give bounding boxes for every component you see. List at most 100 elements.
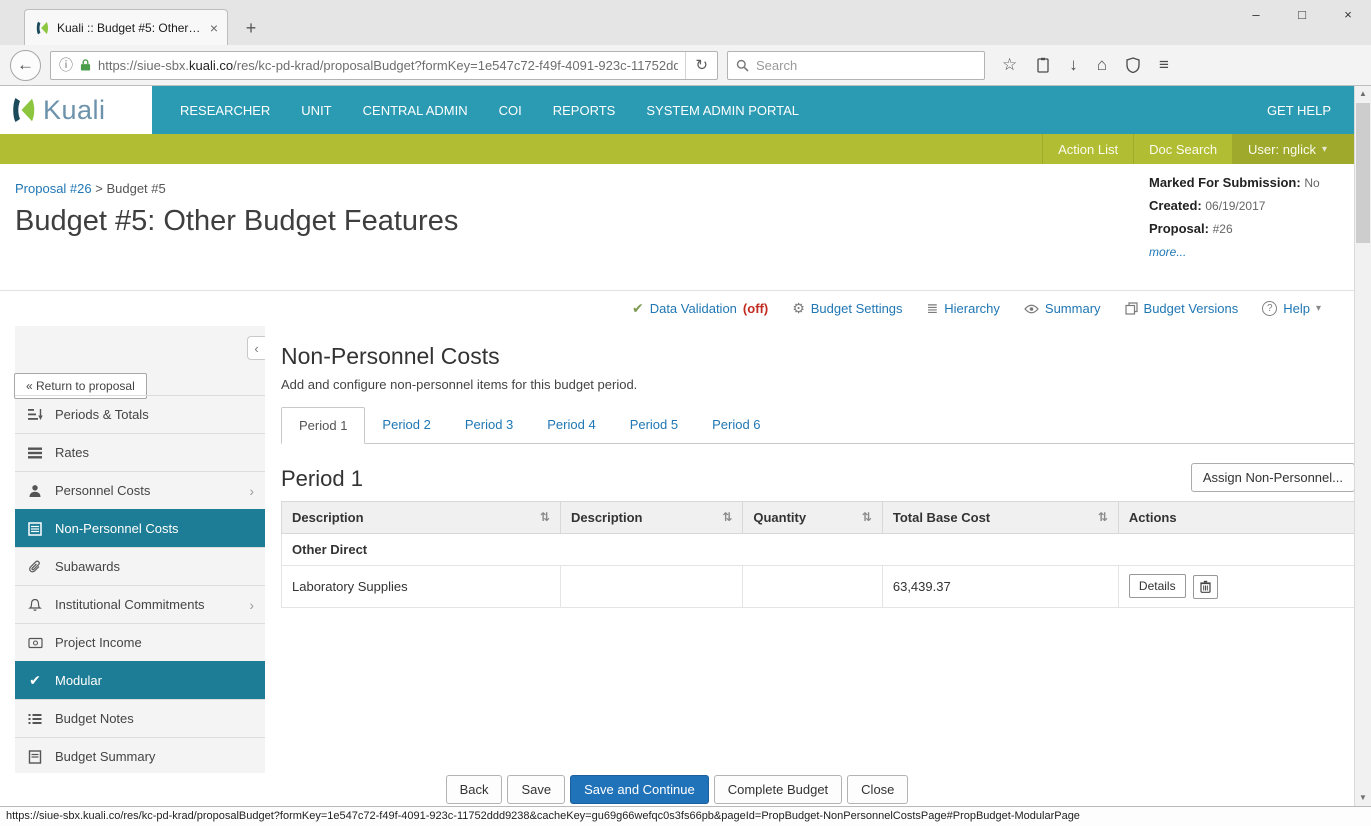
save-and-continue-button[interactable]: Save and Continue [570,775,709,804]
chevron-down-icon: ▾ [1322,144,1327,155]
nav-central-admin[interactable]: CENTRAL ADMIN [363,103,468,118]
column-header-description-2[interactable]: Description⇅ [560,502,742,534]
cell-actions: Details [1118,566,1354,608]
column-header-total-base-cost[interactable]: Total Base Cost⇅ [882,502,1118,534]
sort-icon[interactable]: ⇅ [540,510,550,524]
user-menu[interactable]: User: nglick ▾ [1232,134,1371,164]
breadcrumb-proposal-link[interactable]: Proposal #26 [15,181,92,196]
cell-description-2 [560,566,742,608]
browser-tab[interactable]: Kuali :: Budget #5: Other Bud × [24,9,228,45]
sort-icon[interactable]: ⇅ [862,510,872,524]
sidebar-item-personnel-costs[interactable]: Personnel Costs › [15,471,265,509]
tab-period-3[interactable]: Period 3 [448,407,530,444]
data-validation-button[interactable]: ✔ Data Validation (off) [632,300,768,317]
document-list-icon [26,522,44,536]
clipboard-icon[interactable] [1036,57,1050,73]
sidebar-item-modular[interactable]: ✔ Modular [15,661,265,699]
summary-button[interactable]: Summary [1024,301,1101,316]
hierarchy-button[interactable]: ≣ Hierarchy [927,300,1000,317]
nav-reports[interactable]: REPORTS [553,103,616,118]
search-bar[interactable] [727,51,985,80]
shield-icon[interactable] [1126,57,1140,73]
sidebar-item-subawards[interactable]: Subawards [15,547,265,585]
tab-close-icon[interactable]: × [210,20,218,36]
details-button[interactable]: Details [1129,574,1186,598]
table-header-row: Description⇅ Description⇅ Quantity⇅ Tota… [282,502,1355,534]
sidebar-item-project-income[interactable]: Project Income [15,623,265,661]
column-header-description[interactable]: Description⇅ [282,502,561,534]
browser-titlebar: Kuali :: Budget #5: Other Bud × + – □ × [0,0,1371,45]
maximize-button[interactable]: □ [1279,0,1325,29]
chevron-right-icon: › [249,483,254,499]
more-link[interactable]: more... [1149,245,1186,259]
get-help-link[interactable]: GET HELP [1267,103,1331,118]
save-button[interactable]: Save [507,775,565,804]
home-icon[interactable]: ⌂ [1097,55,1107,75]
versions-icon [1125,302,1138,315]
sort-icon[interactable]: ⇅ [1098,510,1108,524]
menu-icon[interactable]: ≡ [1159,55,1169,75]
info-icon[interactable]: ⓘ [59,55,73,75]
tab-title: Kuali :: Budget #5: Other Bud [57,21,203,35]
sidebar-item-non-personnel-costs[interactable]: Non-Personnel Costs [15,509,265,547]
delete-button[interactable] [1193,575,1218,599]
budget-versions-button[interactable]: Budget Versions [1125,301,1239,316]
budget-settings-button[interactable]: ⚙ Budget Settings [792,300,902,317]
url-text: https://siue-sbx.kuali.co/res/kc-pd-krad… [98,58,678,73]
person-icon [26,484,44,498]
banknote-icon [26,637,44,649]
new-tab-button[interactable]: + [236,14,266,42]
assign-non-personnel-button[interactable]: Assign Non-Personnel... [1191,463,1355,492]
downloads-icon[interactable]: ↓ [1069,55,1078,75]
back-action-button[interactable]: Back [446,775,503,804]
sidebar-item-periods-totals[interactable]: Periods & Totals [15,395,265,433]
scroll-up-icon[interactable]: ▲ [1355,86,1371,102]
nav-unit[interactable]: UNIT [301,103,331,118]
column-header-actions: Actions [1118,502,1354,534]
close-button[interactable]: Close [847,775,908,804]
complete-budget-button[interactable]: Complete Budget [714,775,842,804]
main-content: Non-Personnel Costs Add and configure no… [265,326,1371,773]
column-header-quantity[interactable]: Quantity⇅ [743,502,882,534]
period-title: Period 1 [281,466,363,492]
reload-button[interactable]: ↻ [685,52,717,79]
browser-navbar: ← ⓘ https://siue-sbx.kuali.co/res/kc-pd-… [0,45,1371,86]
kuali-logo[interactable]: Kuali [0,86,152,134]
url-bar[interactable]: ⓘ https://siue-sbx.kuali.co/res/kc-pd-kr… [50,51,718,80]
check-icon: ✔ [26,672,44,689]
bookmark-star-icon[interactable]: ☆ [1002,55,1017,75]
utility-bar: Action List Doc Search User: nglick ▾ [0,134,1371,164]
back-button[interactable]: ← [10,50,41,81]
budget-meta: Marked For Submission: No Created: 06/19… [1149,175,1339,267]
nav-system-admin-portal[interactable]: SYSTEM ADMIN PORTAL [646,103,799,118]
summary-document-icon [26,750,44,764]
meta-value: No [1304,176,1319,190]
sidebar-item-institutional-commitments[interactable]: Institutional Commitments › [15,585,265,623]
tab-period-6[interactable]: Period 6 [695,407,777,444]
sort-icon[interactable]: ⇅ [722,510,732,524]
minimize-button[interactable]: – [1233,0,1279,29]
help-button[interactable]: ? Help ▾ [1262,301,1321,316]
doc-search-link[interactable]: Doc Search [1133,134,1232,164]
group-label: Other Direct [282,534,1355,566]
user-label: User: nglick [1248,142,1316,157]
bars-icon [26,447,44,459]
tab-period-2[interactable]: Period 2 [365,407,447,444]
chevron-right-icon: › [249,597,254,613]
cell-description: Laboratory Supplies [282,566,561,608]
tab-period-1[interactable]: Period 1 [281,407,365,444]
sidebar-item-budget-summary[interactable]: Budget Summary [15,737,265,773]
scroll-down-icon[interactable]: ▼ [1355,790,1371,806]
close-window-button[interactable]: × [1325,0,1371,29]
tab-period-4[interactable]: Period 4 [530,407,612,444]
sidebar-collapse-button[interactable]: ‹ [247,336,265,360]
tab-period-5[interactable]: Period 5 [613,407,695,444]
scrollbar-thumb[interactable] [1356,103,1370,243]
search-input[interactable] [756,58,976,73]
sidebar-item-rates[interactable]: Rates [15,433,265,471]
nav-researcher[interactable]: RESEARCHER [180,103,270,118]
nav-coi[interactable]: COI [499,103,522,118]
action-list-link[interactable]: Action List [1042,134,1133,164]
vertical-scrollbar[interactable]: ▲ ▼ [1354,86,1371,806]
sidebar-item-budget-notes[interactable]: Budget Notes [15,699,265,737]
